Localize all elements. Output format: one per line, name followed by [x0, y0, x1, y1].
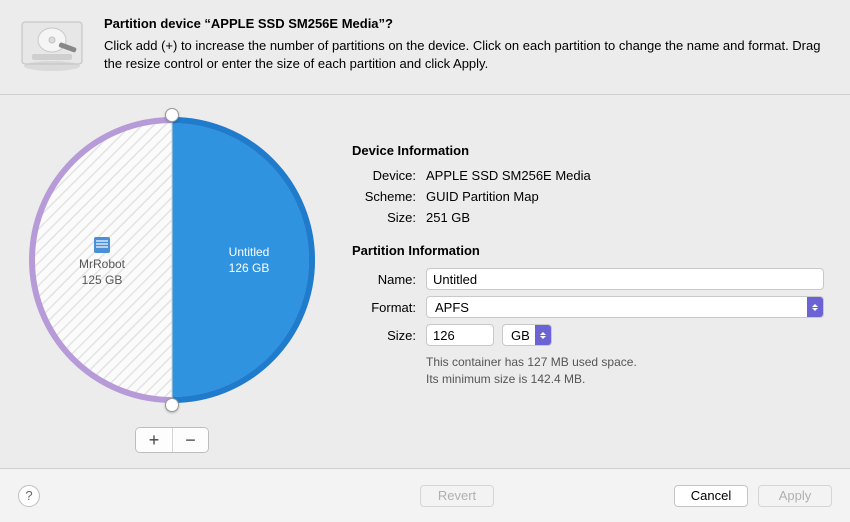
devsize-value: 251 GB [426, 210, 470, 225]
add-partition-button[interactable]: + [136, 428, 172, 452]
size-unit-select[interactable]: GB [502, 324, 552, 346]
size-hint: This container has 127 MB used space. It… [426, 354, 828, 388]
updown-icon [535, 325, 551, 345]
remove-partition-button[interactable]: − [172, 428, 208, 452]
device-info-heading: Device Information [352, 143, 828, 158]
resize-handle-bottom[interactable] [165, 398, 179, 412]
dialog-header: Partition device “APPLE SSD SM256E Media… [0, 0, 850, 95]
scheme-value: GUID Partition Map [426, 189, 539, 204]
updown-icon [807, 297, 823, 317]
format-select[interactable]: APFS [426, 296, 824, 318]
resize-handle-top[interactable] [165, 108, 179, 122]
dialog-description: Click add (+) to increase the number of … [104, 37, 832, 73]
size-field[interactable] [426, 324, 494, 346]
name-label: Name: [352, 272, 416, 287]
dialog-title: Partition device “APPLE SSD SM256E Media… [104, 16, 832, 31]
revert-button[interactable]: Revert [420, 485, 494, 507]
partition-info-heading: Partition Information [352, 243, 828, 258]
help-button[interactable]: ? [18, 485, 40, 507]
devsize-label: Size: [352, 210, 416, 225]
size-label: Size: [352, 328, 416, 343]
device-label: Device: [352, 168, 416, 183]
size-unit-value: GB [511, 328, 530, 343]
apply-button[interactable]: Apply [758, 485, 832, 507]
format-label: Format: [352, 300, 416, 315]
scheme-label: Scheme: [352, 189, 416, 204]
cancel-button[interactable]: Cancel [674, 485, 748, 507]
partition-pie[interactable]: MrRobot 125 GB Untitled 126 GB [27, 115, 317, 405]
dialog-footer: ? Revert Cancel Apply [0, 468, 850, 522]
drive-icon [18, 16, 86, 76]
add-remove-group: + − [135, 427, 209, 453]
device-value: APPLE SSD SM256E Media [426, 168, 591, 183]
name-field[interactable] [426, 268, 824, 290]
format-value: APFS [435, 300, 469, 315]
